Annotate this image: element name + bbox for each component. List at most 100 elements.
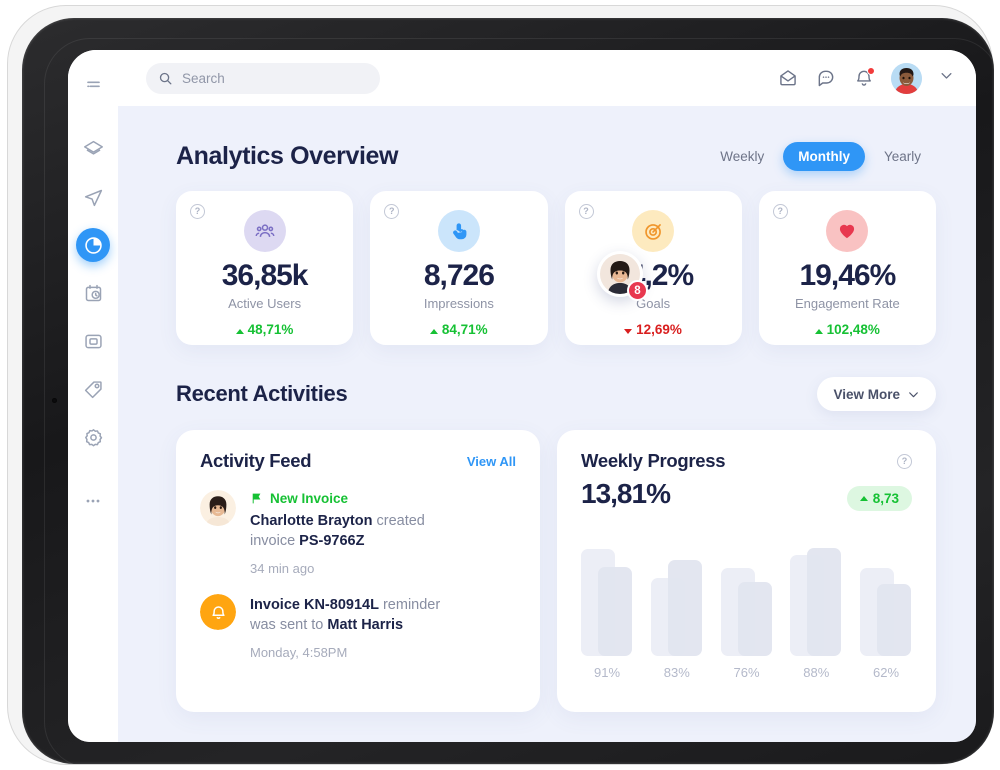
bar-group[interactable] <box>860 538 912 656</box>
archive-icon <box>83 331 104 352</box>
chart-bars <box>581 538 912 656</box>
x-label: 88% <box>790 665 842 680</box>
user-menu-button[interactable] <box>939 68 954 88</box>
x-label: 62% <box>860 665 912 680</box>
x-label: 83% <box>651 665 703 680</box>
bar-group[interactable] <box>581 538 633 656</box>
activity-body: New Invoice Charlotte Brayton created in… <box>250 490 516 576</box>
avatar-image <box>200 490 236 526</box>
stat-value: 8,726 <box>370 259 547 293</box>
stat-icon-wrap <box>826 210 868 252</box>
sidebar-item-menu[interactable] <box>76 68 110 102</box>
tab-weekly[interactable]: Weekly <box>705 142 779 171</box>
period-tabs: Weekly Monthly Yearly <box>705 142 936 171</box>
help-icon[interactable]: ? <box>579 204 594 219</box>
bar-group[interactable] <box>651 538 703 656</box>
activity-feed-title: Activity Feed <box>200 450 311 472</box>
stat-delta-value: 48,71% <box>248 322 294 337</box>
x-label: 76% <box>721 665 773 680</box>
stat-icon-wrap <box>244 210 286 252</box>
stat-delta-value: 102,48% <box>827 322 880 337</box>
chevron-down-icon <box>907 388 920 401</box>
bar-front <box>668 560 702 656</box>
arrow-down-icon <box>624 329 632 334</box>
floating-avatar[interactable]: 8 <box>597 251 643 297</box>
bar-front <box>877 584 911 656</box>
weekly-progress-chart: 91% 83% 76% 88% 62% <box>581 538 912 688</box>
activity-text: Charlotte Brayton created invoice PS-976… <box>250 511 516 551</box>
tab-monthly[interactable]: Monthly <box>783 142 865 171</box>
chart-x-labels: 91% 83% 76% 88% 62% <box>581 665 912 680</box>
activity-time: 34 min ago <box>250 561 516 576</box>
chevron-down-icon <box>939 68 954 83</box>
menu-icon <box>84 76 103 95</box>
help-icon[interactable]: ? <box>897 454 912 469</box>
sidebar-item-more[interactable] <box>76 484 110 518</box>
sidebar-item-layers[interactable] <box>76 132 110 166</box>
users-icon <box>255 221 275 241</box>
activity-tag: New Invoice <box>250 491 516 506</box>
tablet-device: Search <box>8 6 992 764</box>
stat-card-impressions[interactable]: ? 8,726 Impressions <box>370 191 547 345</box>
x-label: 91% <box>581 665 633 680</box>
calendar-clock-icon <box>83 283 104 304</box>
recent-activities-header: Recent Activities View More <box>118 345 976 411</box>
screenshot-root: Search <box>0 0 1000 770</box>
sidebar-item-schedule[interactable] <box>76 276 110 310</box>
list-item[interactable]: New Invoice Charlotte Brayton created in… <box>200 490 516 576</box>
stat-delta-value: 84,71% <box>442 322 488 337</box>
stat-card-active-users[interactable]: ? 36,85k Active Users <box>176 191 353 345</box>
activity-feed-panel: Activity Feed View All <box>176 430 540 712</box>
sidebar-item-analytics[interactable] <box>76 228 110 262</box>
stat-delta: 48,71% <box>176 322 353 337</box>
activity-text: Invoice KN-80914L reminder was sent to M… <box>250 595 516 635</box>
bar-group[interactable] <box>790 538 842 656</box>
help-icon[interactable]: ? <box>773 204 788 219</box>
view-all-link[interactable]: View All <box>467 454 516 469</box>
activity-tag-label: New Invoice <box>270 491 348 506</box>
help-icon[interactable]: ? <box>384 204 399 219</box>
stat-card-goals[interactable]: ? 54,2% Goals 12,69% <box>565 191 742 345</box>
activity-actor: Charlotte Brayton <box>250 513 372 529</box>
camera-icon <box>52 398 57 403</box>
list-item[interactable]: Invoice KN-80914L reminder was sent to M… <box>200 594 516 660</box>
sidebar-item-settings[interactable] <box>76 420 110 454</box>
stat-delta: 102,48% <box>759 322 936 337</box>
stat-delta: 12,69% <box>565 322 742 337</box>
recent-activities-title: Recent Activities <box>176 381 347 407</box>
notifications-button[interactable] <box>853 68 874 89</box>
sidebar-item-tags[interactable] <box>76 372 110 406</box>
tab-yearly[interactable]: Yearly <box>869 142 936 171</box>
activity-feed-header: Activity Feed View All <box>200 450 516 472</box>
activity-time: Monday, 4:58PM <box>250 645 516 660</box>
more-ellipsis-icon <box>83 491 103 511</box>
activity-icon-wrap <box>200 594 236 630</box>
stat-label: Active Users <box>176 296 353 311</box>
stat-card-engagement-rate[interactable]: ? 19,46% Engagement Rate 102,48% <box>759 191 936 345</box>
activity-invoice-id: PS-9766Z <box>299 533 364 549</box>
user-avatar[interactable] <box>891 63 922 94</box>
bar-front <box>738 582 772 656</box>
stat-cards: ? 36,85k Active Users <box>118 171 976 345</box>
chat-button[interactable] <box>815 68 836 89</box>
view-more-button[interactable]: View More <box>817 377 936 411</box>
mail-button[interactable] <box>777 68 798 89</box>
activity-body: Invoice KN-80914L reminder was sent to M… <box>250 594 516 660</box>
bar-group[interactable] <box>721 538 773 656</box>
sidebar-item-send[interactable] <box>76 180 110 214</box>
weekly-progress-badge-value: 8,73 <box>873 491 899 506</box>
tablet-screen: Search <box>68 50 976 742</box>
arrow-up-icon <box>236 329 244 334</box>
bell-icon <box>209 603 228 622</box>
search-input[interactable]: Search <box>146 63 380 94</box>
weekly-progress-panel: Weekly Progress ? 13,81% 8,73 <box>557 430 936 712</box>
stat-value: 54,2% <box>565 259 742 293</box>
sidebar-item-archive[interactable] <box>76 324 110 358</box>
help-icon[interactable]: ? <box>190 204 205 219</box>
analytics-header: Analytics Overview Weekly Monthly Yearly <box>118 106 976 171</box>
floating-avatar-badge: 8 <box>627 280 648 301</box>
avatar-image <box>891 63 922 94</box>
stat-icon-wrap <box>632 210 674 252</box>
stat-label: Engagement Rate <box>759 296 936 311</box>
click-hand-icon <box>449 221 469 241</box>
